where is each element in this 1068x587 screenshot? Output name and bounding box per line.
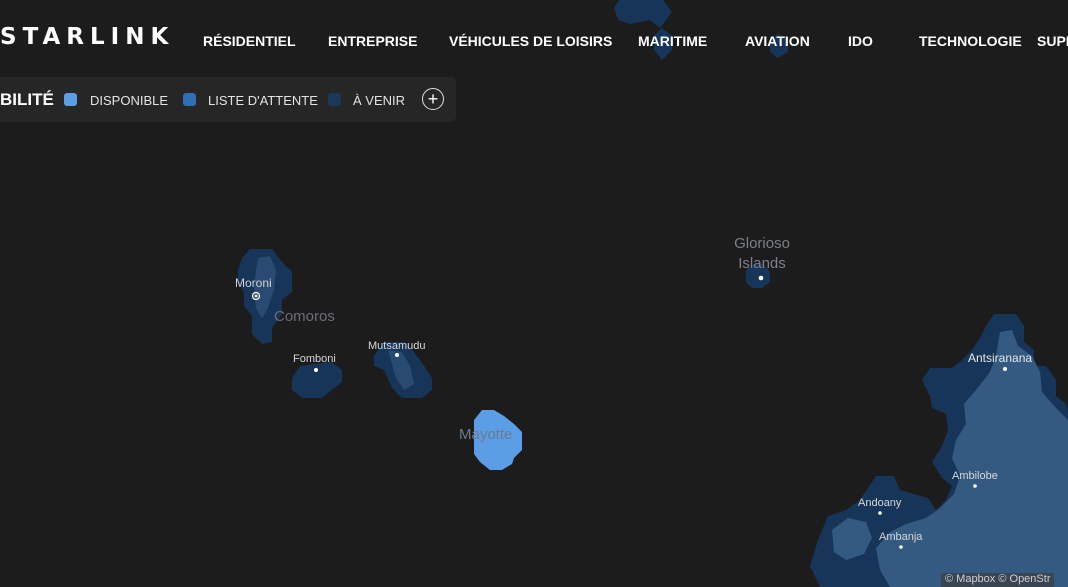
label-ambanja: Ambanja xyxy=(879,531,923,543)
legend-title: BILITÉ xyxy=(0,90,54,109)
label-glorioso-line1: Glorioso xyxy=(734,235,790,252)
label-moroni: Moroni xyxy=(235,276,272,290)
expand-plus-icon[interactable]: + xyxy=(422,88,444,110)
nav-technologie[interactable]: TECHNOLOGIE xyxy=(919,33,1022,49)
legend-label-coming-soon: À VENIR xyxy=(353,93,406,108)
legend-swatch-waitlist xyxy=(183,93,196,106)
nav-maritime[interactable]: MARITIME xyxy=(638,33,707,49)
label-fomboni: Fomboni xyxy=(293,353,336,365)
map-attribution[interactable]: © Mapbox © OpenStr xyxy=(941,573,1055,587)
label-ambilobe: Ambilobe xyxy=(952,470,998,482)
label-glorioso-line2: Islands xyxy=(738,255,786,272)
label-antsiranana: Antsiranana xyxy=(968,351,1033,365)
coverage-moheli xyxy=(292,362,342,398)
nav-residentiel[interactable]: RÉSIDENTIEL xyxy=(203,33,296,49)
nav-ido[interactable]: IDO xyxy=(848,33,873,49)
legend-swatch-coming-soon xyxy=(328,93,341,106)
legend-label-waitlist: LISTE D'ATTENTE xyxy=(208,93,318,108)
label-comoros: Comoros xyxy=(274,308,335,325)
nav-support[interactable]: SUPP xyxy=(1037,33,1068,49)
label-andoany: Andoany xyxy=(858,497,902,509)
label-glorioso: Glorioso Islands xyxy=(728,234,796,274)
nav-aviation[interactable]: AVIATION xyxy=(745,33,810,49)
top-navigation: STARLINK RÉSIDENTIEL ENTREPRISE VÉHICULE… xyxy=(0,0,1068,80)
label-mayotte: Mayotte xyxy=(459,426,513,443)
label-mutsamudu: Mutsamudu xyxy=(368,340,426,352)
legend-swatch-available xyxy=(64,93,77,106)
availability-legend: BILITÉ DISPONIBLE LISTE D'ATTENTE À VENI… xyxy=(0,77,456,122)
legend-label-available: DISPONIBLE xyxy=(90,93,169,108)
map-view[interactable]: Moroni Comoros Fomboni Mutsamudu Mayotte… xyxy=(0,0,1068,587)
starlink-logo[interactable]: STARLINK xyxy=(0,24,174,50)
nav-entreprise[interactable]: ENTREPRISE xyxy=(328,33,417,49)
nav-vehicules-de-loisirs[interactable]: VÉHICULES DE LOISIRS xyxy=(449,33,612,49)
